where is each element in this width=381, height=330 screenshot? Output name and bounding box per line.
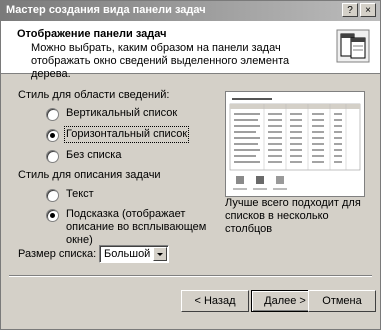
radio-label: Текст bbox=[66, 188, 94, 200]
close-button[interactable]: × bbox=[360, 3, 376, 17]
help-button[interactable]: ? bbox=[342, 3, 358, 17]
radio-indicator bbox=[46, 189, 59, 202]
wizard-window: Мастер создания вида панели задач ? × От… bbox=[0, 0, 381, 330]
layout-preview-image bbox=[225, 91, 365, 197]
details-style-label: Стиль для области сведений: bbox=[18, 89, 170, 101]
radio-text[interactable]: Текст bbox=[46, 188, 94, 202]
radio-indicator bbox=[46, 150, 59, 163]
task-style-label: Стиль для описания задачи bbox=[18, 169, 161, 181]
radio-indicator bbox=[46, 209, 59, 222]
wizard-header: Отображение панели задач Можно выбрать, … bbox=[1, 21, 380, 80]
list-size-value: Большой bbox=[104, 248, 151, 260]
radio-horizontal-list[interactable]: Горизонтальный список bbox=[46, 126, 190, 143]
radio-label: Подсказка (отображает описание во всплыв… bbox=[66, 208, 207, 246]
radio-no-list[interactable]: Без списка bbox=[46, 149, 121, 163]
radio-label: Без списка bbox=[66, 149, 122, 161]
chevron-down-icon[interactable] bbox=[153, 247, 167, 261]
window-title: Мастер создания вида панели задач bbox=[6, 4, 206, 16]
list-size-select[interactable]: Большой bbox=[99, 245, 169, 263]
radio-vertical-list[interactable]: Вертикальный список bbox=[46, 107, 177, 121]
wizard-body: Стиль для области сведений: Вертикальный… bbox=[1, 74, 380, 274]
wizard-icon bbox=[336, 29, 370, 63]
list-size-label: Размер списка: bbox=[18, 248, 97, 260]
radio-tooltip[interactable]: Подсказка (отображает описание во всплыв… bbox=[46, 208, 216, 247]
radio-indicator bbox=[46, 108, 59, 121]
header-title: Отображение панели задач bbox=[17, 28, 167, 40]
radio-label: Вертикальный список bbox=[66, 107, 178, 119]
footer-divider bbox=[9, 275, 372, 277]
cancel-button[interactable]: Отмена bbox=[308, 290, 376, 312]
title-bar: Мастер создания вида панели задач ? × bbox=[1, 1, 380, 21]
back-button[interactable]: < Назад bbox=[181, 290, 249, 312]
radio-label: Горизонтальный список bbox=[63, 126, 190, 143]
radio-indicator bbox=[46, 129, 59, 142]
preview-caption: Лучше всего подходит для списков в неско… bbox=[225, 197, 361, 235]
preview-illustration bbox=[226, 92, 364, 196]
